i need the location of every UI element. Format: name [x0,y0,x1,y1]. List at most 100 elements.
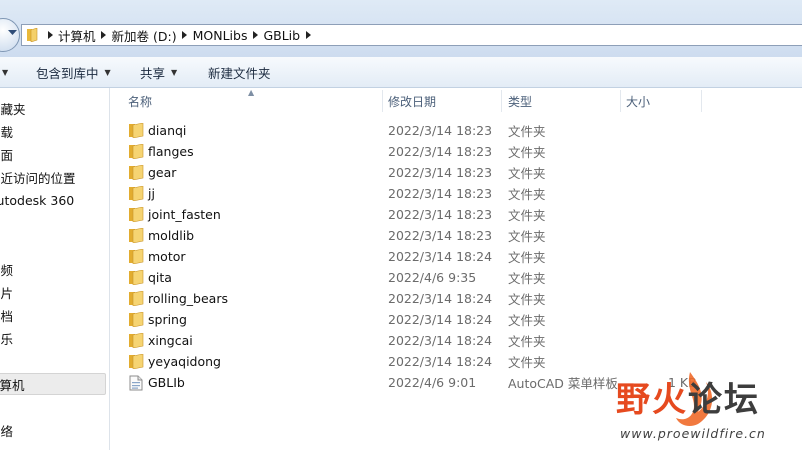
file-name: qita [148,270,172,285]
breadcrumb-separator[interactable] [247,31,263,39]
folder-icon [128,353,144,370]
file-type: AutoCAD 菜单样板 [508,376,618,391]
nav-item-label: 网络 [0,423,14,439]
watermark-title-dark: 论坛 [688,380,760,420]
folder-icon [128,311,144,328]
breadcrumb-separator[interactable] [300,31,316,39]
file-row[interactable]: flanges 2022/3/14 18:23 文件夹 [110,141,802,162]
share-button[interactable]: 共享 ▼ [140,57,177,87]
column-header-modified[interactable]: 修改日期 [388,88,436,114]
file-type: 文件夹 [508,208,546,223]
column-divider[interactable] [501,90,502,112]
nav-item[interactable]: 图片 [0,281,13,303]
organize-menu-arrow[interactable]: ▼ [0,57,8,87]
file-row[interactable]: jj 2022/3/14 18:23 文件夹 [110,183,802,204]
nav-item[interactable]: 桌面 [0,143,13,165]
nav-item-label: 音乐 [0,331,14,347]
breadcrumb-computer[interactable]: 计算机 [58,26,96,45]
folder-icon [128,332,144,349]
navigation-pane: 收藏夹下载桌面最近访问的位置 Autodesk 360 库视频图片文档音乐计算机网络 [0,88,110,450]
file-row[interactable]: gear 2022/3/14 18:23 文件夹 [110,162,802,183]
file-row[interactable]: joint_fasten 2022/3/14 18:23 文件夹 [110,204,802,225]
file-date: 2022/4/6 9:35 [388,270,477,285]
file-name: yeyaqidong [148,354,221,369]
nav-item-label: 视频 [0,262,14,278]
nav-item[interactable]: 网络 [0,419,13,441]
file-date: 2022/3/14 18:24 [388,312,493,327]
file-date: 2022/3/14 18:24 [388,249,493,264]
nav-item-label: 收藏夹 [0,101,26,117]
watermark: 野火论坛 www.proewildfire.cn [612,368,802,450]
file-name: spring [148,312,187,327]
file-name: joint_fasten [148,207,221,222]
file-row[interactable]: dianqi 2022/3/14 18:23 文件夹 [110,120,802,141]
file-date: 2022/3/14 18:24 [388,291,493,306]
nav-item-label: Autodesk 360 [0,192,75,208]
nav-item-label: 下载 [0,124,14,140]
column-divider[interactable] [701,90,702,112]
watermark-url: www.proewildfire.cn [620,426,766,441]
breadcrumb-separator[interactable] [177,31,193,39]
file-type: 文件夹 [508,124,546,139]
column-header-name[interactable]: 名称 [128,88,152,114]
file-row[interactable]: spring 2022/3/14 18:24 文件夹 [110,309,802,330]
file-icon [128,375,144,391]
file-date: 2022/3/14 18:23 [388,165,493,180]
new-folder-button[interactable]: 新建文件夹 [208,57,271,87]
file-type: 文件夹 [508,250,546,265]
breadcrumb-drive-d[interactable]: 新加卷 (D:) [112,26,177,45]
file-type: 文件夹 [508,334,546,349]
column-divider[interactable] [382,90,383,112]
nav-item[interactable]: 收藏夹 [0,97,26,119]
nav-item[interactable]: 视频 [0,258,13,280]
breadcrumb-monlibs[interactable]: MONLibs [193,28,248,43]
column-header-type[interactable]: 类型 [508,88,532,114]
file-name: dianqi [148,123,187,138]
breadcrumb-separator[interactable] [96,31,112,39]
file-list: dianqi 2022/3/14 18:23 文件夹 flanges 2022/3/14… [110,120,802,393]
watermark-title-red: 野火 [616,380,688,420]
folder-icon [26,28,40,42]
address-box[interactable]: 计算机 新加卷 (D:) MONLibs GBLib [21,24,802,46]
file-name: flanges [148,144,194,159]
file-row[interactable]: motor 2022/3/14 18:24 文件夹 [110,246,802,267]
folder-icon [128,227,144,244]
file-row[interactable]: xingcai 2022/3/14 18:24 文件夹 [110,330,802,351]
folder-icon [128,248,144,265]
nav-item[interactable]: 音乐 [0,327,13,349]
folder-icon [128,269,144,286]
nav-item[interactable]: 最近访问的位置 [0,166,76,188]
nav-item-label: 桌面 [0,147,14,163]
file-type: 文件夹 [508,229,546,244]
file-name: rolling_bears [148,291,228,306]
file-name: motor [148,249,186,264]
file-type: 文件夹 [508,355,546,370]
nav-item[interactable]: 文档 [0,304,13,326]
file-date: 2022/3/14 18:23 [388,123,493,138]
nav-item-label: 图片 [0,285,14,301]
nav-item[interactable]: Autodesk 360 [0,189,74,211]
command-toolbar: ▼ 包含到库中 ▼ 共享 ▼ 新建文件夹 [0,57,802,88]
folder-icon [128,164,144,181]
breadcrumb-separator[interactable] [42,31,58,39]
file-row[interactable]: qita 2022/4/6 9:35 文件夹 [110,267,802,288]
include-in-library-button[interactable]: 包含到库中 ▼ [36,57,111,87]
chevron-down-icon [7,30,17,35]
breadcrumb-gblib[interactable]: GBLib [263,28,300,43]
file-date: 2022/3/14 18:23 [388,228,493,243]
recent-pages-dropdown[interactable] [6,27,18,39]
file-row[interactable]: rolling_bears 2022/3/14 18:24 文件夹 [110,288,802,309]
column-header-size[interactable]: 大小 [626,88,650,114]
nav-item-label: 文档 [0,308,14,324]
nav-item[interactable]: 库 [0,234,1,256]
file-date: 2022/3/14 18:23 [388,186,493,201]
folder-icon [128,122,144,139]
column-headers: ▲ 名称 修改日期 类型 大小 [110,88,802,114]
folder-icon [128,290,144,307]
nav-item[interactable]: 计算机 [0,373,106,395]
column-divider[interactable] [620,90,621,112]
nav-item[interactable]: 下载 [0,120,13,142]
nav-item-label: 计算机 [0,377,25,393]
file-row[interactable]: moldlib 2022/3/14 18:23 文件夹 [110,225,802,246]
dropdown-arrow-icon: ▼ [104,67,111,77]
